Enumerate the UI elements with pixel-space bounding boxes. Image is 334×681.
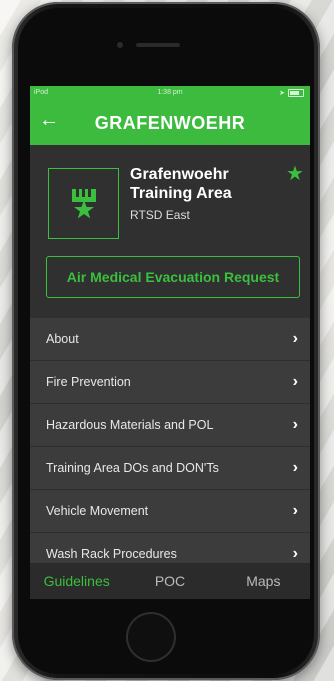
battery-icon <box>288 89 304 97</box>
menu-item-label: Hazardous Materials and POL <box>46 418 214 432</box>
earpiece-speaker <box>136 43 180 47</box>
location-icon: ➤ <box>279 90 285 97</box>
status-time: 1:38 pm <box>157 89 183 96</box>
app-screen: iPod 1:38 pm ➤ ← GRAFENWOEHR Grafenwoehr… <box>30 86 310 599</box>
front-camera <box>117 42 123 48</box>
training-area-name: Grafenwoehr Training Area <box>130 166 232 202</box>
menu-item-vehicle-movement[interactable]: Vehicle Movement › <box>30 490 310 533</box>
medevac-request-button[interactable]: Air Medical Evacuation Request <box>46 256 300 298</box>
menu-item-dos-and-donts[interactable]: Training Area DOs and DON'Ts › <box>30 447 310 490</box>
menu-item-label: Training Area DOs and DON'Ts <box>46 461 219 475</box>
page-title: GRAFENWOEHR <box>94 113 246 133</box>
menu-item-label: About <box>46 332 79 346</box>
training-area-card: Grafenwoehr Training Area RTSD East ★ Ai… <box>30 145 310 327</box>
menu-item-label: Fire Prevention <box>46 375 131 389</box>
chevron-right-icon: › <box>292 330 298 347</box>
menu-item-label: Wash Rack Procedures <box>46 547 177 561</box>
menu-item-label: Vehicle Movement <box>46 504 149 518</box>
tab-bar: Guidelines POC Maps <box>30 563 310 599</box>
star-icon[interactable]: ★ <box>286 164 304 184</box>
menu-item-hazardous-materials[interactable]: Hazardous Materials and POL › <box>30 404 310 447</box>
status-indicators: ➤ <box>279 89 304 97</box>
chevron-right-icon: › <box>292 459 298 476</box>
menu-item-fire-prevention[interactable]: Fire Prevention › <box>30 361 310 404</box>
guidelines-menu: About › Fire Prevention › Hazardous Mate… <box>30 318 310 576</box>
chevron-right-icon: › <box>292 373 298 390</box>
navigation-bar: iPod 1:38 pm ➤ ← GRAFENWOEHR <box>30 86 310 145</box>
tab-guidelines[interactable]: Guidelines <box>30 573 123 589</box>
chevron-right-icon: › <box>292 545 298 562</box>
unit-insignia-icon <box>48 168 119 239</box>
home-button[interactable] <box>126 612 176 662</box>
training-area-subtitle: RTSD East <box>130 208 190 222</box>
tab-poc[interactable]: POC <box>123 573 216 589</box>
tab-maps[interactable]: Maps <box>217 573 310 589</box>
menu-item-about[interactable]: About › <box>30 318 310 361</box>
chevron-right-icon: › <box>292 416 298 433</box>
chevron-right-icon: › <box>292 502 298 519</box>
